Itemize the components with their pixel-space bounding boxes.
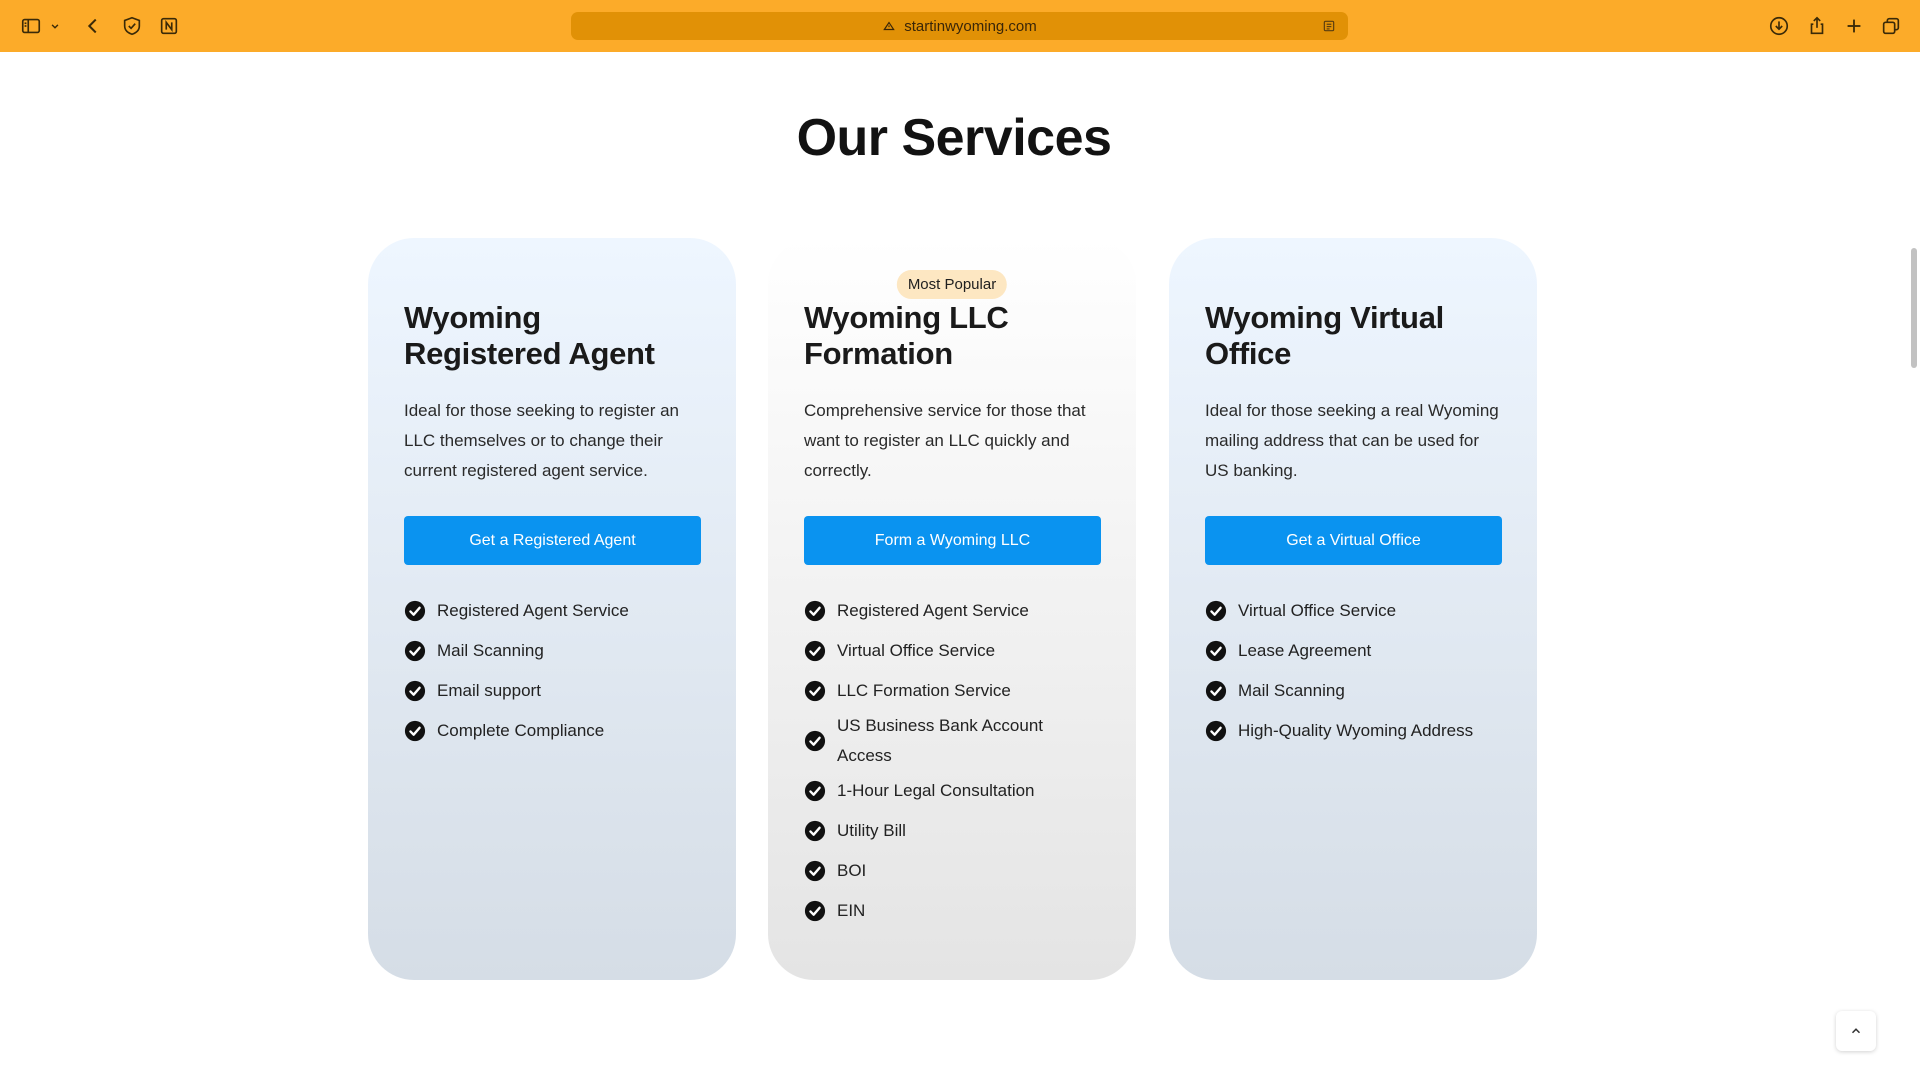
feature-label: 1-Hour Legal Consultation bbox=[837, 781, 1035, 800]
page-content: Our Services Wyoming Registered Agent Id… bbox=[0, 52, 1908, 1080]
check-circle-icon bbox=[804, 640, 826, 662]
feature-item: US Business Bank Account Access bbox=[804, 711, 1100, 771]
feature-label: Email support bbox=[437, 681, 541, 700]
feature-label: Utility Bill bbox=[837, 821, 906, 840]
feature-item: Lease Agreement bbox=[1205, 631, 1501, 671]
feature-item: EIN bbox=[804, 891, 1100, 931]
feature-item: 1-Hour Legal Consultation bbox=[804, 771, 1100, 811]
card-description: Comprehensive service for those that wan… bbox=[804, 401, 1086, 480]
feature-item: LLC Formation Service bbox=[804, 671, 1100, 711]
card-title: Wyoming Registered Agent bbox=[404, 300, 655, 371]
check-circle-icon bbox=[804, 780, 826, 802]
feature-label: Virtual Office Service bbox=[1238, 601, 1397, 620]
feature-label: BOI bbox=[837, 861, 867, 880]
lock-icon bbox=[883, 21, 895, 31]
feature-item: Virtual Office Service bbox=[804, 631, 1100, 671]
feature-label: Registered Agent Service bbox=[837, 601, 1029, 620]
check-circle-icon bbox=[1205, 640, 1227, 662]
feature-list: Registered Agent Service Mail Scanning E… bbox=[404, 591, 700, 751]
feature-item: Mail Scanning bbox=[1205, 671, 1501, 711]
chevron-up-icon bbox=[1851, 1028, 1861, 1034]
feature-label: High-Quality Wyoming Address bbox=[1238, 721, 1474, 740]
share-icon[interactable] bbox=[1804, 13, 1830, 39]
browser-toolbar: startinwyoming.com bbox=[0, 0, 1920, 52]
plus-icon[interactable] bbox=[1841, 13, 1867, 39]
notion-icon[interactable] bbox=[156, 13, 182, 39]
feature-label: EIN bbox=[837, 901, 866, 920]
check-circle-icon bbox=[804, 820, 826, 842]
scrollbar[interactable] bbox=[1908, 52, 1920, 1080]
feature-item: Complete Compliance bbox=[404, 711, 700, 751]
feature-item: Email support bbox=[404, 671, 700, 711]
tabs-icon[interactable] bbox=[1878, 13, 1904, 39]
feature-item: BOI bbox=[804, 851, 1100, 891]
check-circle-icon bbox=[804, 600, 826, 622]
check-circle-icon bbox=[404, 720, 426, 742]
back-to-top-button[interactable] bbox=[1836, 1011, 1876, 1051]
most-popular-badge: Most Popular bbox=[896, 270, 1008, 299]
check-circle-icon bbox=[804, 860, 826, 882]
service-card-llc-formation: Most Popular Wyoming LLC Formation Compr… bbox=[768, 238, 1136, 980]
back-icon[interactable] bbox=[80, 13, 106, 39]
download-icon[interactable] bbox=[1766, 13, 1792, 39]
feature-label: Virtual Office Service bbox=[837, 641, 996, 660]
check-circle-icon bbox=[804, 730, 826, 752]
feature-item: Registered Agent Service bbox=[804, 591, 1100, 631]
card-description: Ideal for those seeking to register an L… bbox=[404, 401, 679, 480]
feature-item: Virtual Office Service bbox=[1205, 591, 1501, 631]
chevron-down-icon[interactable] bbox=[48, 13, 62, 39]
feature-item: Utility Bill bbox=[804, 811, 1100, 851]
feature-label: Mail Scanning bbox=[1238, 681, 1345, 700]
sidebar-icon[interactable] bbox=[18, 13, 44, 39]
scrollbar-thumb[interactable] bbox=[1911, 248, 1917, 368]
section-heading: Our Services bbox=[796, 109, 1112, 167]
check-circle-icon bbox=[804, 680, 826, 702]
service-card-virtual-office: Wyoming Virtual Office Ideal for those s… bbox=[1169, 238, 1537, 980]
check-circle-icon bbox=[404, 600, 426, 622]
card-title: Wyoming Virtual Office bbox=[1205, 300, 1444, 371]
feature-item: High-Quality Wyoming Address bbox=[1205, 711, 1501, 751]
feature-list: Virtual Office Service Lease Agreement M… bbox=[1205, 591, 1501, 751]
get-registered-agent-button[interactable]: Get a Registered Agent bbox=[404, 516, 701, 565]
check-circle-icon bbox=[1205, 680, 1227, 702]
card-description: Ideal for those seeking a real Wyoming m… bbox=[1205, 401, 1499, 480]
get-virtual-office-button[interactable]: Get a Virtual Office bbox=[1205, 516, 1502, 565]
url-text: startinwyoming.com bbox=[904, 17, 1037, 35]
check-circle-icon bbox=[404, 640, 426, 662]
check-circle-icon bbox=[1205, 720, 1227, 742]
feature-label: US Business Bank Account Access bbox=[837, 716, 1044, 765]
feature-label: Registered Agent Service bbox=[437, 601, 629, 620]
address-bar[interactable]: startinwyoming.com bbox=[571, 12, 1348, 40]
feature-label: Complete Compliance bbox=[437, 721, 605, 740]
feature-label: Mail Scanning bbox=[437, 641, 544, 660]
card-title: Wyoming LLC Formation bbox=[804, 300, 1009, 371]
feature-label: LLC Formation Service bbox=[837, 681, 1011, 700]
reader-icon[interactable] bbox=[1322, 19, 1336, 33]
feature-item: Mail Scanning bbox=[404, 631, 700, 671]
check-circle-icon bbox=[1205, 600, 1227, 622]
service-card-registered-agent: Wyoming Registered Agent Ideal for those… bbox=[368, 238, 736, 980]
feature-label: Lease Agreement bbox=[1238, 641, 1372, 660]
feature-list: Registered Agent Service Virtual Office … bbox=[804, 591, 1100, 931]
form-wyoming-llc-button[interactable]: Form a Wyoming LLC bbox=[804, 516, 1101, 565]
check-circle-icon bbox=[804, 900, 826, 922]
check-circle-icon bbox=[404, 680, 426, 702]
shield-icon[interactable] bbox=[119, 13, 145, 39]
feature-item: Registered Agent Service bbox=[404, 591, 700, 631]
